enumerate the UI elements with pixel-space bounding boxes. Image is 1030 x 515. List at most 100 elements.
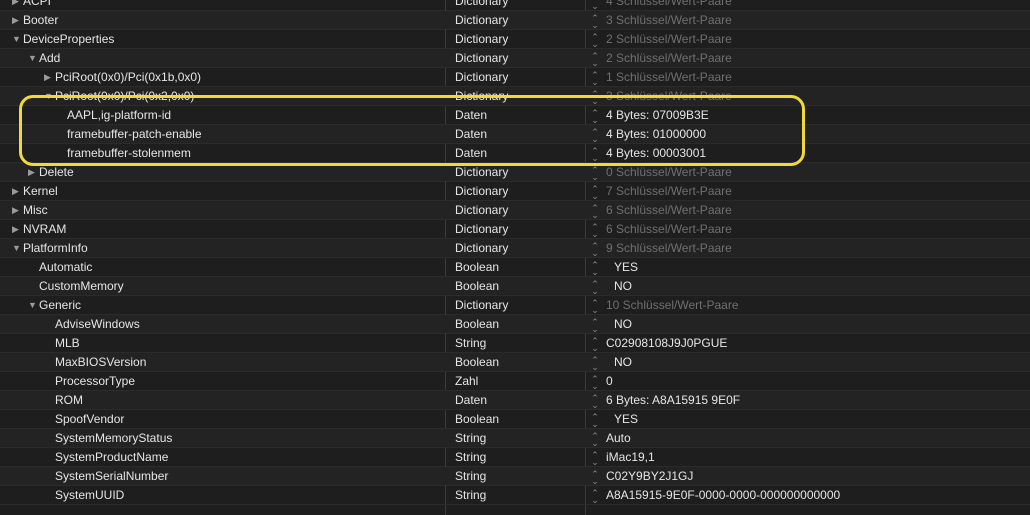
disclosure-triangle-down-icon[interactable]: ▼ [44,87,55,106]
disclosure-triangle-right-icon[interactable]: ▶ [12,220,23,239]
row-type-cell[interactable]: Dictionary [455,163,508,182]
row-type-cell[interactable]: Boolean [455,315,499,334]
row-key-cell[interactable]: AAPL,ig-platform-id [56,106,171,125]
row-key-cell[interactable]: ProcessorType [44,372,135,391]
row-type-cell[interactable]: Zahl [455,372,478,391]
outline-row[interactable]: SystemMemoryStatus String ⌃ ⌄ Auto [0,429,1030,448]
outline-row[interactable]: ▶ACPI Dictionary ⌃⌄ 4 Schlüssel/Wert-Paare [0,0,1030,11]
row-type-cell[interactable]: Daten [455,125,487,144]
up-down-stepper-icon[interactable]: ⌃⌄ [590,163,600,182]
row-value-cell[interactable]: Auto [606,429,631,448]
row-value-cell[interactable]: 7 Schlüssel/Wert-Paare [606,182,732,201]
row-key-cell[interactable]: ▼ Add [28,49,60,68]
row-key-cell[interactable]: ▶ Misc [12,201,48,220]
row-type-cell[interactable]: Dictionary [455,0,508,11]
up-down-stepper-icon[interactable]: ⌃⌄ [590,315,600,334]
disclosure-triangle-right-icon[interactable]: ▶ [12,11,23,30]
up-down-stepper-icon[interactable]: ⌃⌄ [590,106,600,125]
row-value-cell[interactable]: YES [614,258,638,277]
row-type-cell[interactable]: Dictionary [455,182,508,201]
row-type-cell[interactable]: String [455,334,486,353]
up-down-stepper-icon[interactable]: ⌃⌄ [590,87,600,106]
up-down-stepper-icon[interactable]: ⌃⌄ [590,182,600,201]
row-type-cell[interactable]: String [455,486,486,505]
row-key-cell[interactable]: ▶ Delete [28,163,74,182]
up-down-stepper-icon[interactable]: ⌃⌄ [590,220,600,239]
row-value-cell[interactable]: 6 Schlüssel/Wert-Paare [606,220,732,239]
up-down-stepper-icon[interactable]: ⌃⌄ [590,11,600,30]
row-value-cell[interactable]: C02Y9BY2J1GJ [606,467,693,486]
up-down-stepper-icon[interactable]: ⌃⌄ [590,334,600,353]
up-down-stepper-icon[interactable]: ⌃⌄ [590,372,600,391]
outline-row[interactable]: SystemUUID String ⌃ ⌄ A8A15915-9E0F-0000-000… [0,486,1030,505]
row-value-cell[interactable]: 0 Schlüssel/Wert-Paare [606,163,732,182]
up-down-stepper-icon[interactable]: ⌃⌄ [590,391,600,410]
outline-row[interactable]: framebuffer-patch-enable Daten ⌃ ⌄ 4 Bytes: … [0,125,1030,144]
row-key-cell[interactable]: SpoofVendor [44,410,124,429]
outline-row[interactable]: ProcessorType Zahl ⌃ ⌄ 0 [0,372,1030,391]
outline-row[interactable]: MaxBIOSVersion Boolean ⌃ ⌄ NO [0,353,1030,372]
outline-row[interactable]: ▶ Delete Dictionary ⌃ ⌄ 0 Schlüssel/Wert-Paar… [0,163,1030,182]
row-key-cell[interactable]: ▶ PciRoot(0x0)/Pci(0x1b,0x0) [44,68,201,87]
row-key-cell[interactable]: ▼ Generic [28,296,81,315]
outline-row[interactable]: ▶ NVRAM Dictionary ⌃ ⌄ 6 Schlüssel/Wert-Paare [0,220,1030,239]
row-value-cell[interactable]: iMac19,1 [606,448,655,467]
row-value-cell[interactable]: 6 Bytes: A8A15915 9E0F [606,391,740,410]
outline-row[interactable]: AdviseWindows Boolean ⌃ ⌄ NO [0,315,1030,334]
up-down-stepper-icon[interactable]: ⌃⌄ [590,467,600,486]
up-down-stepper-icon[interactable]: ⌃⌄ [590,49,600,68]
outline-row[interactable]: ▶ PciRoot(0x0)/Pci(0x1b,0x0) Dictionary ⌃ ⌄ 1… [0,68,1030,87]
outline-row[interactable]: ▶ Booter Dictionary ⌃ ⌄ 3 Schlüssel/Wert-Paar… [0,11,1030,30]
up-down-stepper-icon[interactable]: ⌃⌄ [590,448,600,467]
row-type-cell[interactable]: String [455,467,486,486]
outline-row[interactable]: SystemProductName String ⌃ ⌄ iMac19,1 [0,448,1030,467]
row-type-cell[interactable]: Daten [455,106,487,125]
row-value-cell[interactable]: 4 Schlüssel/Wert-Paare [606,0,732,11]
outline-row[interactable]: ▶ Kernel Dictionary ⌃ ⌄ 7 Schlüssel/Wert-Paar… [0,182,1030,201]
disclosure-triangle-right-icon[interactable]: ▶ [44,68,55,87]
row-value-cell[interactable]: 2 Schlüssel/Wert-Paare [606,49,732,68]
row-key-cell[interactable]: ▼ PlatformInfo [12,239,88,258]
row-type-cell[interactable]: Dictionary [455,296,508,315]
up-down-stepper-icon[interactable]: ⌃⌄ [590,296,600,315]
outline-row[interactable]: ▼ DeviceProperties Dictionary ⌃ ⌄ 2 Schlüssel… [0,30,1030,49]
row-key-cell[interactable]: SystemProductName [44,448,168,467]
row-type-cell[interactable]: Dictionary [455,87,508,106]
row-key-cell[interactable]: ▼ PciRoot(0x0)/Pci(0x2,0x0) [44,87,194,106]
up-down-stepper-icon[interactable]: ⌃⌄ [590,125,600,144]
row-key-cell[interactable]: ▶ NVRAM [12,220,66,239]
row-key-cell[interactable]: ROM [44,391,83,410]
row-value-cell[interactable]: NO [614,353,632,372]
up-down-stepper-icon[interactable]: ⌃⌄ [590,410,600,429]
row-type-cell[interactable]: Daten [455,391,487,410]
row-type-cell[interactable]: Boolean [455,353,499,372]
row-type-cell[interactable]: Daten [455,144,487,163]
row-key-cell[interactable]: MaxBIOSVersion [44,353,146,372]
row-value-cell[interactable]: 2 Schlüssel/Wert-Paare [606,30,732,49]
outline-row[interactable]: framebuffer-stolenmem Daten ⌃ ⌄ 4 Bytes: 000… [0,144,1030,163]
row-key-cell[interactable]: CustomMemory [28,277,124,296]
row-key-cell[interactable]: SystemSerialNumber [44,467,168,486]
row-key-cell[interactable]: ▼ DeviceProperties [12,30,114,49]
disclosure-triangle-down-icon[interactable]: ▼ [12,30,23,49]
up-down-stepper-icon[interactable]: ⌃⌄ [590,277,600,296]
row-type-cell[interactable]: Dictionary [455,68,508,87]
row-type-cell[interactable]: Dictionary [455,220,508,239]
disclosure-triangle-down-icon[interactable]: ▼ [28,49,39,68]
row-value-cell[interactable]: 9 Schlüssel/Wert-Paare [606,239,732,258]
row-key-cell[interactable]: ▶ Booter [12,11,58,30]
up-down-stepper-icon[interactable]: ⌃⌄ [590,353,600,372]
row-type-cell[interactable]: String [455,429,486,448]
row-value-cell[interactable]: 1 Schlüssel/Wert-Paare [606,68,732,87]
row-key-cell[interactable]: AdviseWindows [44,315,140,334]
row-type-cell[interactable]: Boolean [455,258,499,277]
row-value-cell[interactable]: 6 Schlüssel/Wert-Paare [606,201,732,220]
up-down-stepper-icon[interactable]: ⌃⌄ [590,239,600,258]
row-value-cell[interactable]: 0 [606,372,613,391]
up-down-stepper-icon[interactable]: ⌃⌄ [590,258,600,277]
row-type-cell[interactable]: Dictionary [455,30,508,49]
row-key-cell[interactable]: MLB [44,334,80,353]
row-key-cell[interactable]: framebuffer-stolenmem [56,144,191,163]
outline-row[interactable]: MLB String ⌃ ⌄ C02908108J9J0PGUE [0,334,1030,353]
row-type-cell[interactable]: Boolean [455,410,499,429]
